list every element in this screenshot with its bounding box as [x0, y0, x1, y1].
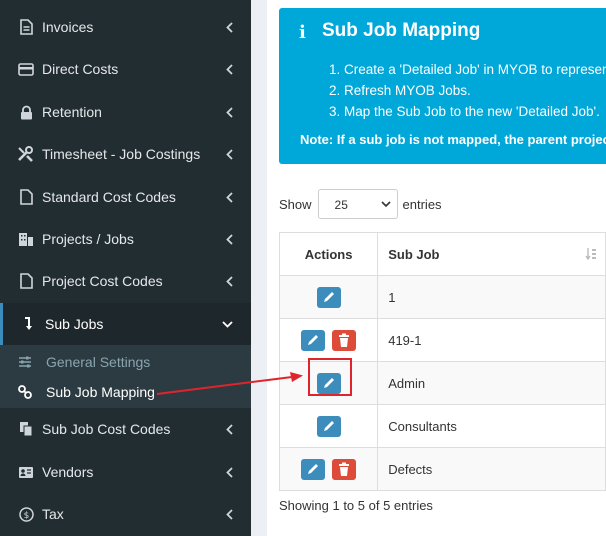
table-info: Showing 1 to 5 of 5 entries: [279, 498, 433, 513]
annotation-arrow: [156, 372, 303, 395]
